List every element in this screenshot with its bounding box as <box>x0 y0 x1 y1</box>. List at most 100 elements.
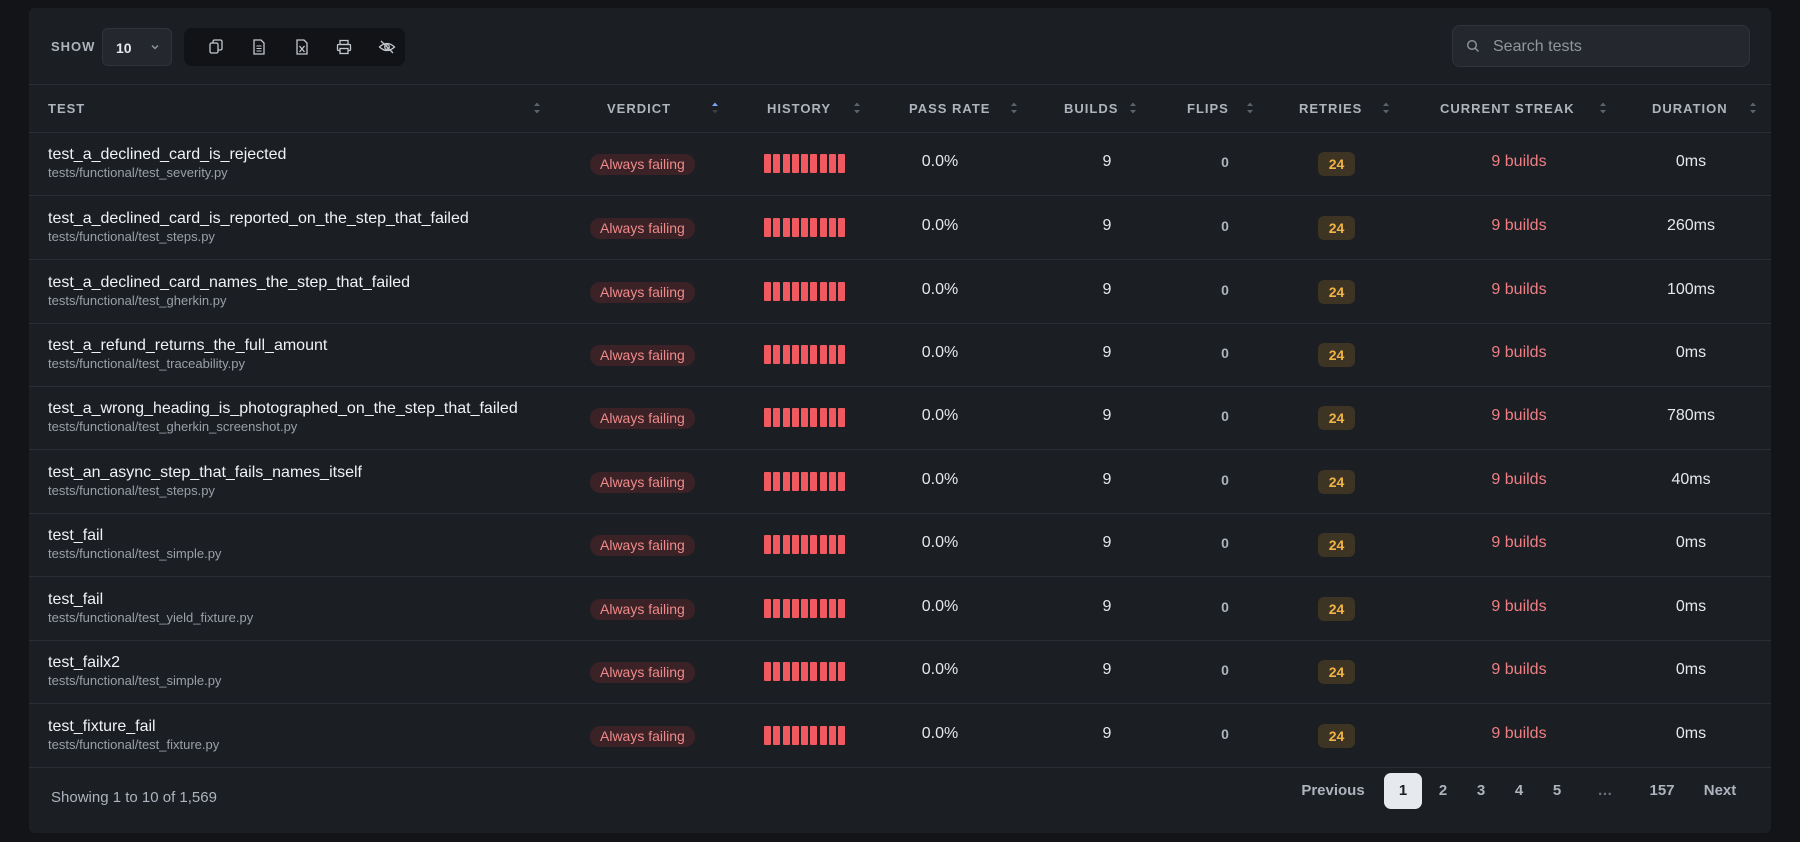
history-bars <box>764 535 848 554</box>
current-streak: 9 builds <box>1491 598 1547 615</box>
next-page-button[interactable]: Next <box>1695 773 1745 809</box>
table-row[interactable]: test_a_wrong_heading_is_photographed_on_… <box>29 386 1771 450</box>
test-path: tests/functional/test_gherkin.py <box>48 293 227 308</box>
verdict-badge: Always failing <box>590 472 695 493</box>
test-name[interactable]: test_fail <box>48 527 103 545</box>
page-button-5[interactable]: 5 <box>1540 773 1574 809</box>
test-name[interactable]: test_fixture_fail <box>48 718 156 736</box>
duration: 0ms <box>1675 344 1707 361</box>
history-build-fail <box>828 218 836 237</box>
column-header-pass-rate[interactable]: PASS RATE <box>909 85 990 132</box>
history-build-fail <box>782 599 790 618</box>
test-name[interactable]: test_a_declined_card_is_rejected <box>48 146 286 164</box>
verdict-badge: Always failing <box>590 726 695 747</box>
history-build-fail <box>764 662 771 681</box>
sort-icon[interactable] <box>1129 101 1137 115</box>
column-header-history[interactable]: HISTORY <box>767 85 831 132</box>
csv-icon[interactable] <box>250 38 268 56</box>
test-name[interactable]: test_fail <box>48 591 103 609</box>
test-path: tests/functional/test_fixture.py <box>48 737 220 752</box>
sort-icon[interactable] <box>853 101 861 115</box>
page-button-157[interactable]: 157 <box>1641 773 1683 809</box>
column-header-retries[interactable]: RETRIES <box>1299 85 1362 132</box>
column-header-duration[interactable]: DURATION <box>1652 85 1728 132</box>
sort-icon[interactable] <box>1010 101 1018 115</box>
test-path: tests/functional/test_traceability.py <box>48 356 246 371</box>
test-name[interactable]: test_a_wrong_heading_is_photographed_on_… <box>48 400 518 418</box>
history-build-fail <box>819 662 827 681</box>
table-row[interactable]: test_a_declined_card_names_the_step_that… <box>29 260 1771 324</box>
history-build-fail <box>791 218 799 237</box>
sort-icon[interactable] <box>1599 101 1607 115</box>
history-build-fail <box>791 599 799 618</box>
test-name[interactable]: test_a_refund_returns_the_full_amount <box>48 337 327 355</box>
test-name[interactable]: test_failx2 <box>48 654 120 672</box>
history-build-fail <box>782 726 790 745</box>
flips-count: 0 <box>1221 345 1229 361</box>
table-row[interactable]: test_fixture_fail tests/functional/test_… <box>29 704 1771 768</box>
history-bars <box>764 345 848 364</box>
history-build-fail <box>828 662 836 681</box>
column-header-flips[interactable]: FLIPS <box>1187 85 1229 132</box>
test-path: tests/functional/test_simple.py <box>48 546 222 561</box>
builds-count: 9 <box>1102 725 1112 742</box>
test-name[interactable]: test_a_declined_card_is_reported_on_the_… <box>48 210 469 228</box>
sort-icon[interactable] <box>1749 101 1757 115</box>
history-build-fail <box>810 345 818 364</box>
history-build-fail <box>773 154 781 173</box>
history-build-fail <box>773 218 781 237</box>
show-label: SHOW <box>51 39 96 54</box>
column-header-current-streak[interactable]: CURRENT STREAK <box>1440 85 1575 132</box>
table-row[interactable]: test_fail tests/functional/test_yield_fi… <box>29 577 1771 641</box>
table-row[interactable]: test_an_async_step_that_fails_names_itse… <box>29 450 1771 514</box>
table-row[interactable]: test_a_refund_returns_the_full_amount te… <box>29 323 1771 387</box>
table-row[interactable]: test_failx2 tests/functional/test_simple… <box>29 640 1771 704</box>
builds-count: 9 <box>1102 407 1112 424</box>
sort-ascending-icon[interactable] <box>711 101 719 115</box>
table-row[interactable]: test_a_declined_card_is_rejected tests/f… <box>29 132 1771 196</box>
column-header-builds[interactable]: BUILDS <box>1064 85 1118 132</box>
page-button-4[interactable]: 4 <box>1502 773 1536 809</box>
test-path: tests/functional/test_steps.py <box>48 483 215 498</box>
search-input[interactable] <box>1491 35 1735 59</box>
table-row[interactable]: test_fail tests/functional/test_simple.p… <box>29 513 1771 577</box>
page-button-2[interactable]: 2 <box>1426 773 1460 809</box>
copy-icon[interactable] <box>207 38 225 56</box>
history-build-fail <box>838 599 845 618</box>
history-build-fail <box>810 535 818 554</box>
sort-icon[interactable] <box>1246 101 1254 115</box>
history-build-fail <box>828 408 836 427</box>
page-button-1[interactable]: 1 <box>1384 773 1422 809</box>
retries-badge: 24 <box>1318 470 1355 494</box>
verdict-badge: Always failing <box>590 218 695 239</box>
current-streak: 9 builds <box>1491 661 1547 678</box>
history-build-fail <box>810 599 818 618</box>
print-icon[interactable] <box>335 38 353 56</box>
sort-icon[interactable] <box>1382 101 1390 115</box>
duration: 260ms <box>1666 217 1716 234</box>
sort-icon[interactable] <box>533 101 541 115</box>
previous-page-button[interactable]: Previous <box>1293 773 1373 809</box>
pass-rate: 0.0% <box>921 471 959 488</box>
page-size-select[interactable]: 10 <box>102 28 172 66</box>
current-streak: 9 builds <box>1491 725 1547 742</box>
page-button-3[interactable]: 3 <box>1464 773 1498 809</box>
history-build-fail <box>791 408 799 427</box>
history-bars <box>764 472 848 491</box>
column-visibility-icon[interactable] <box>378 38 396 56</box>
table-row[interactable]: test_a_declined_card_is_reported_on_the_… <box>29 196 1771 260</box>
pass-rate: 0.0% <box>921 725 959 742</box>
history-build-fail <box>791 726 799 745</box>
column-header-verdict[interactable]: VERDICT <box>607 85 671 132</box>
excel-icon[interactable] <box>293 38 311 56</box>
history-build-fail <box>764 726 771 745</box>
history-build-fail <box>791 535 799 554</box>
test-name[interactable]: test_an_async_step_that_fails_names_itse… <box>48 464 362 482</box>
pass-rate: 0.0% <box>921 407 959 424</box>
history-build-fail <box>782 154 790 173</box>
history-build-fail <box>801 345 808 364</box>
flips-count: 0 <box>1221 282 1229 298</box>
flips-count: 0 <box>1221 535 1229 551</box>
column-header-test[interactable]: TEST <box>48 85 85 132</box>
test-name[interactable]: test_a_declined_card_names_the_step_that… <box>48 274 410 292</box>
